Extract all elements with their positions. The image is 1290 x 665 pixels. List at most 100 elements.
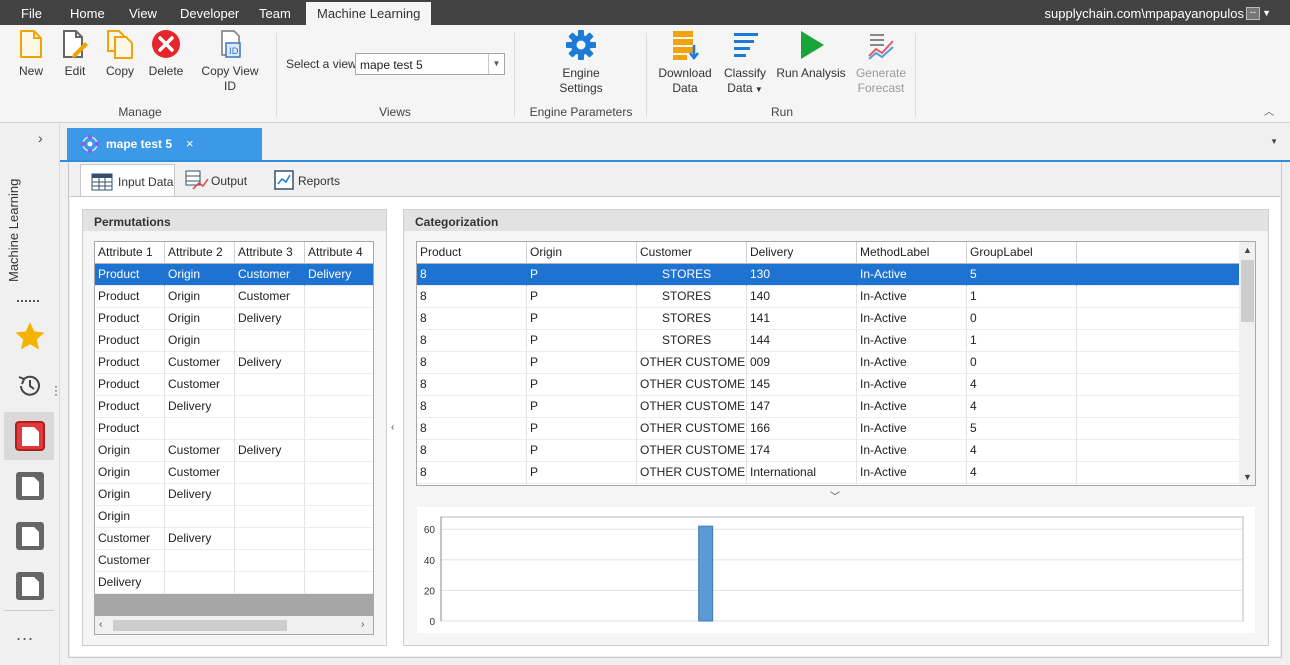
table-row[interactable]: 8 P OTHER CUSTOMER 174 In-Active 4 <box>417 440 1255 462</box>
download-data-button[interactable]: Download Data <box>656 29 714 96</box>
table-row[interactable]: Product Customer <box>95 374 373 396</box>
document-icon[interactable] <box>14 570 46 602</box>
table-cell[interactable]: 8 <box>417 352 527 374</box>
table-cell[interactable]: Origin <box>95 506 165 528</box>
classify-data-button[interactable]: Classify Data ▼ <box>722 29 768 97</box>
table-cell[interactable]: STORES <box>637 308 747 330</box>
table-cell[interactable]: In-Active <box>857 418 967 440</box>
table-cell[interactable]: Customer <box>165 440 235 462</box>
tab-reports[interactable]: Reports <box>272 164 352 198</box>
table-cell[interactable]: STORES <box>637 264 747 286</box>
table-cell[interactable]: OTHER CUSTOMER <box>637 352 747 374</box>
sidebar-item-active[interactable] <box>4 412 54 460</box>
more-horizontal-icon[interactable]: ... <box>16 624 34 645</box>
table-cell[interactable]: In-Active <box>857 396 967 418</box>
table-row[interactable]: Product <box>95 418 373 440</box>
table-cell[interactable]: 8 <box>417 308 527 330</box>
column-header[interactable]: GroupLabel <box>967 242 1077 264</box>
table-cell[interactable]: Origin <box>165 330 235 352</box>
tab-output[interactable]: Output <box>182 164 262 198</box>
table-row[interactable]: Product Origin Customer <box>95 286 373 308</box>
tab-list-dropdown-icon[interactable]: ▼ <box>1270 137 1278 146</box>
table-cell[interactable]: Origin <box>95 462 165 484</box>
table-cell[interactable] <box>235 528 305 550</box>
menu-team[interactable]: Team <box>259 0 291 25</box>
table-row[interactable]: 8 P STORES 130 In-Active 5 <box>417 264 1255 286</box>
menu-home[interactable]: Home <box>70 0 105 25</box>
table-cell[interactable]: In-Active <box>857 462 967 484</box>
view-select[interactable]: mape test 5 ▼ <box>355 53 505 75</box>
horizontal-scrollbar[interactable]: ‹ › <box>95 616 373 634</box>
table-cell[interactable]: 0 <box>967 352 1077 374</box>
table-cell[interactable]: Customer <box>235 264 305 286</box>
table-cell[interactable]: Product <box>95 330 165 352</box>
table-cell[interactable] <box>305 550 373 572</box>
table-cell[interactable] <box>305 440 373 462</box>
table-row[interactable]: Origin Customer <box>95 462 373 484</box>
generate-forecast-button[interactable]: Generate Forecast <box>854 29 908 96</box>
menu-developer[interactable]: Developer <box>180 0 239 25</box>
table-cell[interactable]: 145 <box>747 374 857 396</box>
chevron-down-icon[interactable]: ▼ <box>488 54 504 74</box>
table-cell[interactable]: Delivery <box>165 528 235 550</box>
table-cell[interactable] <box>305 352 373 374</box>
chevron-right-icon[interactable]: › <box>361 619 364 630</box>
scrollbar-thumb[interactable] <box>1241 260 1254 322</box>
table-row[interactable]: 8 P OTHER CUSTOMER International In-Active 4 <box>417 462 1255 484</box>
table-cell[interactable]: Origin <box>95 440 165 462</box>
table-cell[interactable]: STORES <box>637 330 747 352</box>
table-cell[interactable]: Customer <box>165 462 235 484</box>
table-cell[interactable] <box>235 506 305 528</box>
column-header[interactable]: Origin <box>527 242 637 264</box>
table-cell[interactable]: Delivery <box>235 352 305 374</box>
table-cell[interactable] <box>165 418 235 440</box>
table-cell[interactable]: 174 <box>747 440 857 462</box>
engine-settings-button[interactable]: Engine Settings <box>556 29 606 96</box>
table-cell[interactable]: 130 <box>747 264 857 286</box>
table-cell[interactable]: OTHER CUSTOMER <box>637 462 747 484</box>
table-row[interactable]: 8 P OTHER CUSTOMER 145 In-Active 4 <box>417 374 1255 396</box>
table-row[interactable]: Customer Delivery <box>95 528 373 550</box>
table-cell[interactable] <box>305 396 373 418</box>
table-cell[interactable]: In-Active <box>857 374 967 396</box>
table-cell[interactable]: P <box>527 352 637 374</box>
table-cell[interactable]: Delivery <box>235 308 305 330</box>
table-row[interactable]: 8 P OTHER CUSTOMER 147 In-Active 4 <box>417 396 1255 418</box>
table-cell[interactable] <box>165 506 235 528</box>
column-header[interactable]: Attribute 4 <box>305 242 373 264</box>
table-row[interactable]: Origin Customer Delivery <box>95 440 373 462</box>
column-header[interactable]: Customer <box>637 242 747 264</box>
table-cell[interactable]: Origin <box>165 264 235 286</box>
table-cell[interactable]: International <box>747 462 857 484</box>
table-cell[interactable]: In-Active <box>857 440 967 462</box>
table-cell[interactable]: 4 <box>967 396 1077 418</box>
table-cell[interactable]: P <box>527 286 637 308</box>
table-row[interactable]: 8 P STORES 141 In-Active 0 <box>417 308 1255 330</box>
scrollbar-thumb[interactable] <box>113 620 287 631</box>
table-cell[interactable]: Customer <box>95 550 165 572</box>
vertical-scrollbar[interactable]: ▲ ▼ <box>1239 242 1255 485</box>
table-cell[interactable] <box>235 330 305 352</box>
table-cell[interactable]: 8 <box>417 396 527 418</box>
column-header[interactable]: Attribute 3 <box>235 242 305 264</box>
table-cell[interactable]: Product <box>95 286 165 308</box>
table-cell[interactable] <box>235 550 305 572</box>
table-row[interactable]: Origin <box>95 506 373 528</box>
column-header[interactable]: Attribute 1 <box>95 242 165 264</box>
delete-button[interactable]: Delete <box>148 29 184 79</box>
table-cell[interactable]: Product <box>95 352 165 374</box>
table-cell[interactable]: P <box>527 418 637 440</box>
table-row[interactable]: Customer <box>95 550 373 572</box>
table-cell[interactable]: 5 <box>967 418 1077 440</box>
history-icon[interactable] <box>16 372 44 400</box>
table-cell[interactable] <box>305 374 373 396</box>
table-cell[interactable]: Customer <box>165 352 235 374</box>
table-cell[interactable]: OTHER CUSTOMER <box>637 418 747 440</box>
table-cell[interactable]: P <box>527 308 637 330</box>
table-row[interactable]: Delivery <box>95 572 373 594</box>
menu-file[interactable]: File <box>21 0 42 25</box>
table-cell[interactable]: Customer <box>235 286 305 308</box>
table-row[interactable]: Origin Delivery <box>95 484 373 506</box>
table-cell[interactable]: P <box>527 440 637 462</box>
table-cell[interactable]: Origin <box>95 484 165 506</box>
